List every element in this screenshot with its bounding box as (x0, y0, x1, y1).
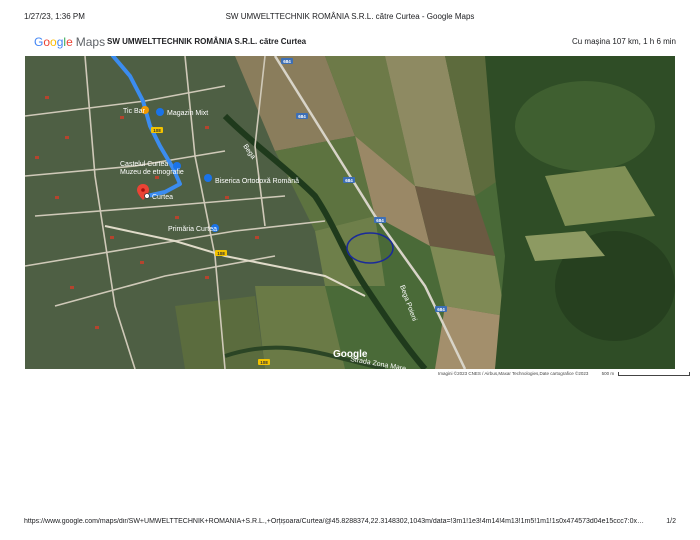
route-title: SW UMWELTTECHNIK ROMÂNIA S.R.L. către Cu… (107, 37, 307, 46)
svg-text:108: 108 (260, 360, 268, 365)
map-canvas[interactable]: Tic Bar Magazin Mixt Castelul Curtea Muze… (25, 56, 675, 369)
tic-bar-label: Tic Bar (123, 108, 146, 115)
map-attribution: Imagini ©2023 CNES / Airbus,Maxar Techno… (438, 371, 691, 376)
scale-bar (618, 371, 691, 376)
road-shield-7: 108 (215, 250, 227, 256)
shop-label: Magazin Mixt (167, 110, 208, 117)
svg-text:108: 108 (217, 251, 225, 256)
road-shield-4: 684 (374, 217, 386, 223)
castle-marker[interactable]: Castelul Curtea Muzeu de etnografie (120, 161, 184, 176)
google-watermark: Google (333, 349, 368, 360)
forest-area (485, 56, 675, 369)
page-number: 1/2 (666, 518, 676, 525)
scale-label: 500 m (601, 371, 615, 376)
road-shield-3: 684 (343, 177, 355, 183)
road-shield-8: 108 (258, 359, 270, 365)
svg-text:108: 108 (153, 128, 161, 133)
road-shield-6: 108 (151, 127, 163, 133)
destination-label: Curtea (152, 194, 173, 201)
church-label: Biserica Ortodoxă Română (215, 178, 299, 185)
maps-header: Google Maps SW UMWELTTECHNIK ROMÂNIA S.R.… (24, 34, 676, 52)
print-page-title: SW UMWELTTECHNIK ROMÂNIA S.R.L. către Cu… (225, 12, 475, 21)
imagery-credit: Imagini ©2023 CNES / Airbus,Maxar Techno… (438, 371, 589, 376)
route-summary: Cu mașina 107 km, 1 h 6 min (571, 37, 676, 46)
svg-text:684: 684 (298, 114, 306, 119)
maps-logo-text: Maps (75, 35, 106, 49)
city-hall-label: Primăria Curtea (168, 226, 217, 233)
svg-text:684: 684 (437, 307, 445, 312)
road-shield-1: 684 (281, 58, 293, 64)
svg-text:684: 684 (283, 59, 291, 64)
svg-text:684: 684 (345, 178, 353, 183)
satellite-map[interactable]: Tic Bar Magazin Mixt Castelul Curtea Muze… (25, 56, 675, 369)
page-url: https://www.google.com/maps/dir/SW+UMWEL… (24, 518, 644, 525)
print-header: 1/27/23, 1:36 PM SW UMWELTTECHNIK ROMÂNI… (24, 12, 676, 26)
road-shield-2: 684 (296, 113, 308, 119)
tic-bar-marker[interactable]: Tic Bar (123, 106, 149, 115)
google-maps-logo[interactable]: Google Maps (34, 35, 105, 49)
road-shield-5: 684 (435, 306, 447, 312)
city-hall-marker[interactable]: Primăria Curtea (168, 224, 219, 233)
svg-text:684: 684 (376, 218, 384, 223)
google-logo-text: Google (34, 35, 73, 49)
